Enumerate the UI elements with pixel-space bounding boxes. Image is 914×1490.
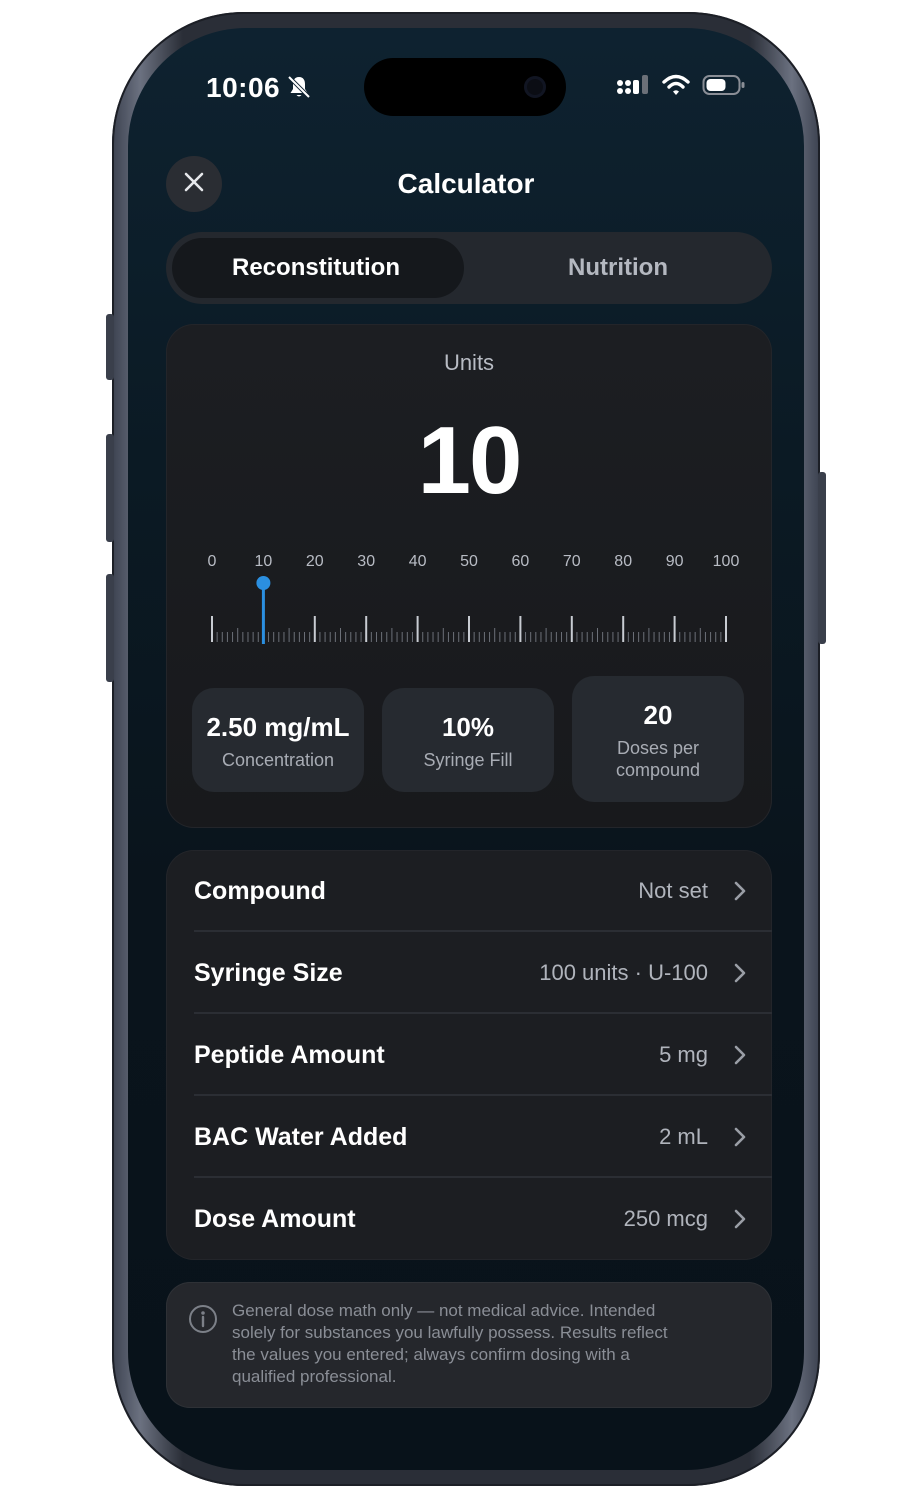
stat-syringe-fill: 10% Syringe Fill <box>382 688 554 792</box>
dynamic-island <box>364 58 566 116</box>
scale-label: 80 <box>614 553 632 570</box>
row-dose-amount[interactable]: Dose Amount 250 mcg <box>166 1178 772 1260</box>
chevron-right-icon <box>734 881 746 906</box>
disclaimer-box: General dose math only — not medical adv… <box>166 1282 772 1408</box>
page-title: Calculator <box>397 168 535 199</box>
disclaimer-line-1: General dose math only — not medical adv… <box>232 1301 656 1320</box>
scale-label: 40 <box>409 553 427 570</box>
disclaimer-line-2: solely for substances you lawfully posse… <box>232 1323 668 1342</box>
stat-doses: 20 Doses per compound <box>572 676 744 802</box>
scale-label: 30 <box>357 553 375 570</box>
chevron-right-icon <box>734 1045 746 1070</box>
scale-label: 60 <box>512 553 530 570</box>
row-dose-amount-value: 250 mcg <box>623 1206 708 1231</box>
volume-down-button <box>106 574 114 682</box>
row-peptide-amount-label: Peptide Amount <box>194 1041 385 1069</box>
row-bac-water-label: BAC Water Added <box>194 1123 408 1151</box>
volume-up-button <box>106 434 114 542</box>
scale-label: 90 <box>666 553 684 570</box>
scale-label: 0 <box>208 553 217 570</box>
scale-label: 20 <box>306 553 324 570</box>
stat-syringe-fill-label: Syringe Fill <box>423 750 513 770</box>
scale-label: 50 <box>460 553 478 570</box>
tab-nutrition[interactable]: Nutrition <box>468 232 768 304</box>
info-icon <box>188 1304 218 1339</box>
status-time: 10:06 <box>206 72 281 103</box>
units-value: 10 <box>417 407 523 514</box>
stat-doses-value: 20 <box>643 700 673 730</box>
row-peptide-amount-value: 5 mg <box>659 1042 708 1067</box>
chevron-right-icon <box>734 1209 746 1234</box>
row-bac-water-value: 2 mL <box>659 1124 708 1149</box>
status-icons <box>616 74 746 101</box>
disclaimer-line-3: the values you entered; always confirm d… <box>232 1345 630 1364</box>
row-syringe-size-value: 100 units · U-100 <box>539 960 708 985</box>
row-peptide-amount[interactable]: Peptide Amount 5 mg <box>166 1014 772 1096</box>
cellular-signal-icon <box>616 74 650 101</box>
disclaimer-text: General dose math only — not medical adv… <box>232 1300 752 1388</box>
row-compound[interactable]: Compound Not set <box>166 850 772 932</box>
stat-concentration-value: 2.50 mg/mL <box>206 712 350 742</box>
stat-doses-label-line1: Doses per <box>616 738 700 758</box>
battery-icon <box>702 74 746 101</box>
stat-concentration-label: Concentration <box>221 750 335 770</box>
row-bac-water[interactable]: BAC Water Added 2 mL <box>166 1096 772 1178</box>
row-syringe-size-label: Syringe Size <box>194 959 343 987</box>
row-syringe-size[interactable]: Syringe Size 100 units · U-100 <box>166 932 772 1014</box>
units-label: Units <box>443 350 495 375</box>
tab-reconstitution[interactable]: Reconstitution <box>166 232 466 304</box>
scale-label: 100 <box>713 553 740 570</box>
app-screen: 10:06 Calculator Reconstitution Nutritio… <box>128 28 804 1470</box>
settings-list: Compound Not set Syringe Size 100 units … <box>166 850 772 1260</box>
chevron-right-icon <box>734 963 746 988</box>
row-compound-value: Not set <box>638 878 708 903</box>
stat-syringe-fill-value: 10% <box>441 712 495 742</box>
scale-label: 70 <box>563 553 581 570</box>
segmented-control: Reconstitution Nutrition <box>166 232 772 304</box>
bell-muted-icon <box>286 74 312 105</box>
result-card: Units 10 0 10 20 30 40 50 60 70 80 90 100 2.50 mg/… <box>166 324 772 828</box>
row-dose-amount-label: Dose Amount <box>194 1205 356 1233</box>
camera-icon <box>524 76 546 98</box>
wifi-icon <box>662 74 690 101</box>
chevron-right-icon <box>734 1127 746 1152</box>
scale-label: 10 <box>255 553 273 570</box>
disclaimer-line-4: qualified professional. <box>232 1367 397 1386</box>
action-button <box>106 314 114 380</box>
row-compound-label: Compound <box>194 877 326 905</box>
stat-doses-label-line2: compound <box>615 760 701 780</box>
syringe-scale[interactable]: 0 10 20 30 40 50 60 70 80 90 100 <box>166 544 772 654</box>
stat-concentration: 2.50 mg/mL Concentration <box>192 688 364 792</box>
fill-marker-handle[interactable] <box>256 576 271 590</box>
power-button <box>818 472 826 644</box>
